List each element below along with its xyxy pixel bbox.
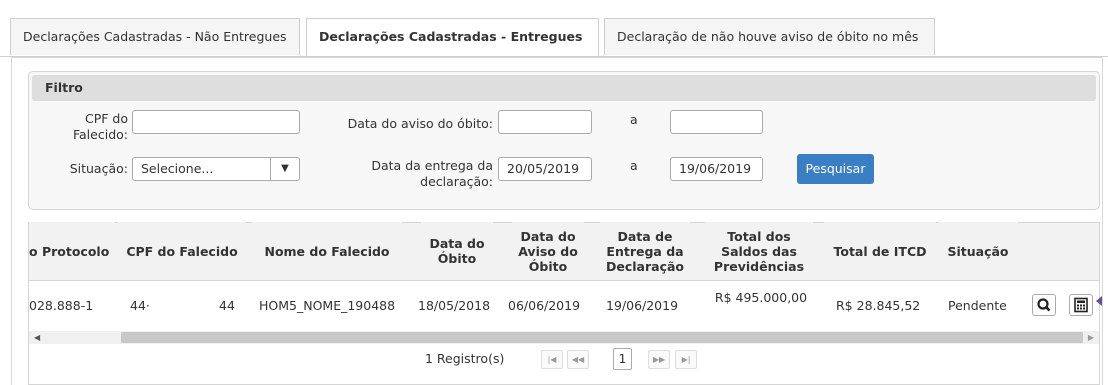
tab-bar: Declarações Cadastradas - Não Entregues … [0,18,1108,57]
header-data-obito: Data do Óbito [421,222,493,280]
scroll-right-icon[interactable]: ▶ [1088,331,1094,344]
search-button[interactable]: Pesquisar [797,154,874,184]
header-protocolo: o Protocolo [29,222,115,280]
page-number-current[interactable]: 1 [613,348,632,370]
horizontal-scrollbar[interactable]: ◀ ▶ [29,331,1099,344]
header-data-entrega: Data de Entrega da Declaração [600,222,690,280]
data-aviso-from-input[interactable] [498,110,592,134]
header-cpf: CPF do Falecido [118,222,246,280]
cell-protocolo: 028.888-1 [29,298,94,313]
last-page-icon[interactable]: ▶| [675,350,697,369]
cpf-input[interactable] [132,110,300,134]
data-aviso-to-input[interactable] [670,110,763,134]
filter-title: Filtro [32,75,1096,101]
tab-nao-entregues[interactable]: Declarações Cadastradas - Não Entregues [10,18,300,55]
tab-entregues[interactable]: Declarações Cadastradas - Entregues [306,18,599,56]
tab-nao-houve-aviso[interactable]: Declaração de não houve aviso de óbito n… [604,18,935,55]
record-count: 1 Registro(s) [425,351,505,366]
header-data-aviso: Data do Aviso do Óbito [512,222,584,280]
prev-page-icon[interactable]: ◀◀ [567,350,589,369]
situacao-selected-value: Selecione... [141,161,214,176]
tab-label: Declarações Cadastradas - Entregues [319,29,583,44]
header-total-saldos: Total dos Saldos das Previdências [705,222,813,280]
tab-label: Declarações Cadastradas - Não Entregues [23,29,287,44]
overflow-arrow-icon [1096,296,1102,306]
cell-nome: HOM5_NOME_190488 [259,298,396,313]
scrollbar-thumb[interactable] [121,332,1083,343]
range-separator: a [630,112,638,127]
search-icon [1037,298,1051,312]
range-separator: a [630,158,638,173]
view-details-button[interactable] [1032,294,1056,316]
header-total-itcd: Total de ITCD [824,222,936,280]
cell-cpf-part: 44· [130,298,150,313]
tab-label: Declaração de não houve aviso de óbito n… [617,29,919,44]
cell-data-obito: 18/05/2018 [418,298,491,313]
chevron-down-icon: ▼ [270,158,299,180]
situacao-select[interactable]: Selecione... ▼ [132,157,300,181]
cell-data-aviso: 06/06/2019 [508,298,581,313]
scroll-left-icon[interactable]: ◀ [34,331,40,344]
first-page-icon[interactable]: |◀ [541,350,563,369]
header-situacao: Situação [938,222,1018,280]
cell-data-entrega: 19/06/2019 [606,298,679,313]
data-entrega-label: Data da entrega da declaração: [371,158,493,189]
next-page-icon[interactable]: ▶▶ [648,350,670,369]
calculate-button[interactable] [1069,294,1093,316]
cell-total-itcd: R$ 28.845,52 [836,298,921,313]
calculator-icon [1074,297,1088,313]
data-entrega-from-input[interactable]: 20/05/2019 [498,157,592,181]
data-entrega-to-input[interactable]: 19/06/2019 [670,157,763,181]
cpf-label: CPF do Falecido: [72,111,128,142]
filter-box: Filtro [28,71,1100,210]
cell-total-saldos: R$ 495.000,00 [714,290,808,305]
cell-situacao: Pendente [948,298,1007,313]
data-aviso-label: Data do aviso do óbito: [347,116,493,131]
header-nome: Nome do Falecido [252,222,402,280]
situacao-label: Situação: [69,161,128,176]
cell-cpf-part: 44 [219,298,235,313]
